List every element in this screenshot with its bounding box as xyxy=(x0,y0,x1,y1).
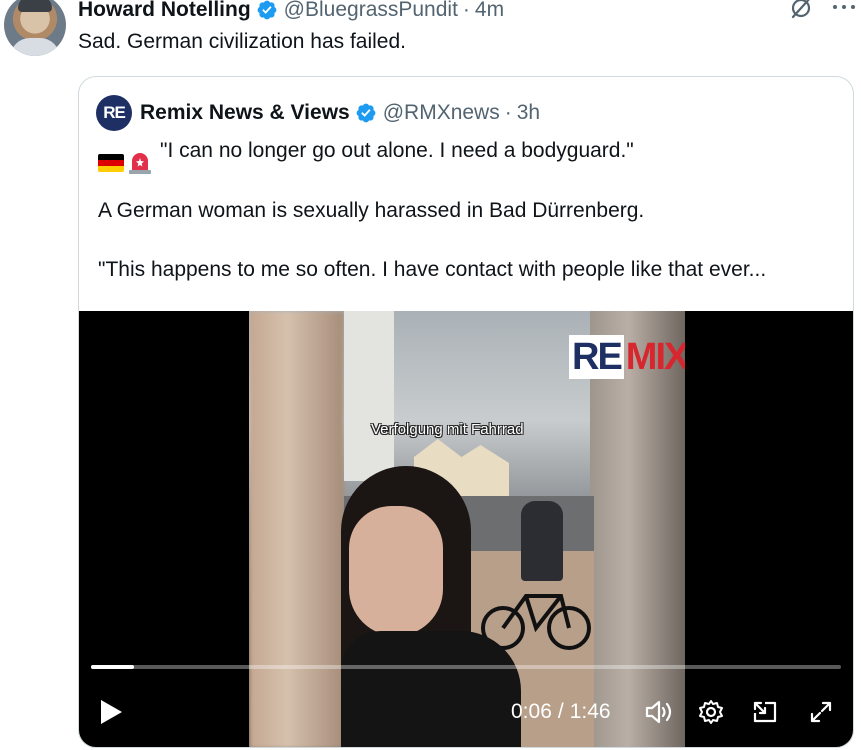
play-icon xyxy=(101,700,122,724)
quoted-text-line-3: "This happens to me so often. I have con… xyxy=(98,258,767,281)
germany-flag-icon xyxy=(98,154,124,172)
tweet-time[interactable]: 4m xyxy=(475,0,504,22)
video-progress-bar[interactable] xyxy=(91,665,841,669)
video-player[interactable]: RE MIX Verfolgung mit Fahrrad 0:06 / 1:4… xyxy=(79,311,853,747)
video-frame[interactable]: RE MIX Verfolgung mit Fahrrad xyxy=(249,311,685,747)
fullscreen-button[interactable] xyxy=(803,691,839,733)
picture-in-picture-button[interactable] xyxy=(747,691,783,733)
video-time-readout: 0:06 / 1:46 xyxy=(511,691,611,733)
settings-button[interactable] xyxy=(693,691,729,733)
separator: · xyxy=(462,0,470,21)
author-name[interactable]: Howard Notelling xyxy=(78,0,251,22)
remix-watermark-mix: MIX xyxy=(625,336,685,378)
quoted-tweet-header: RE Remix News & Views @RMXnews · 3h xyxy=(96,95,540,131)
quoted-author-name[interactable]: Remix News & Views xyxy=(140,101,350,125)
remix-watermark-logo: RE MIX xyxy=(569,335,685,379)
tweet-text: Sad. German civilization has failed. xyxy=(78,30,406,53)
author-avatar[interactable] xyxy=(4,0,66,56)
volume-icon xyxy=(645,700,672,724)
volume-button[interactable] xyxy=(641,691,677,733)
video-progress-fill xyxy=(91,665,134,669)
more-options-icon[interactable] xyxy=(833,0,855,18)
quoted-text-line-1-text: "I can no longer go out alone. I need a … xyxy=(160,139,634,162)
verified-badge-icon xyxy=(356,103,376,123)
quoted-author-avatar[interactable]: RE xyxy=(96,95,132,131)
play-button[interactable] xyxy=(93,691,129,733)
tweet-header: Howard Notelling @BluegrassPundit · 4m xyxy=(78,0,504,25)
video-duration: 1:46 xyxy=(569,700,611,723)
quoted-text-line-2: A German woman is sexually harassed in B… xyxy=(98,199,645,222)
siren-icon xyxy=(129,153,151,174)
quoted-tweet-time[interactable]: 3h xyxy=(517,101,540,125)
video-building xyxy=(344,311,394,481)
video-caption: Verfolgung mit Fahrrad xyxy=(371,421,524,438)
settings-icon xyxy=(699,700,723,724)
author-handle[interactable]: @BluegrassPundit xyxy=(284,0,458,22)
picture-in-picture-icon xyxy=(753,701,777,723)
video-blur-edge-left xyxy=(249,311,344,747)
video-controls: 0:06 / 1:46 xyxy=(79,691,853,733)
remix-watermark-re: RE xyxy=(569,335,624,379)
fullscreen-icon xyxy=(810,701,832,723)
video-current-time: 0:06 xyxy=(511,700,552,723)
quoted-author-handle[interactable]: @RMXnews xyxy=(383,101,500,125)
emoji-group xyxy=(98,152,152,174)
separator: · xyxy=(504,101,512,124)
verified-badge-icon xyxy=(257,0,277,20)
time-separator: / xyxy=(557,700,564,723)
tweet-actions xyxy=(789,0,855,20)
quoted-tweet-card[interactable]: RE Remix News & Views @RMXnews · 3h "I c… xyxy=(78,76,854,748)
quoted-text-line-1: "I can no longer go out alone. I need a … xyxy=(98,139,848,174)
grok-icon[interactable] xyxy=(789,0,815,20)
video-person-face xyxy=(349,506,443,636)
